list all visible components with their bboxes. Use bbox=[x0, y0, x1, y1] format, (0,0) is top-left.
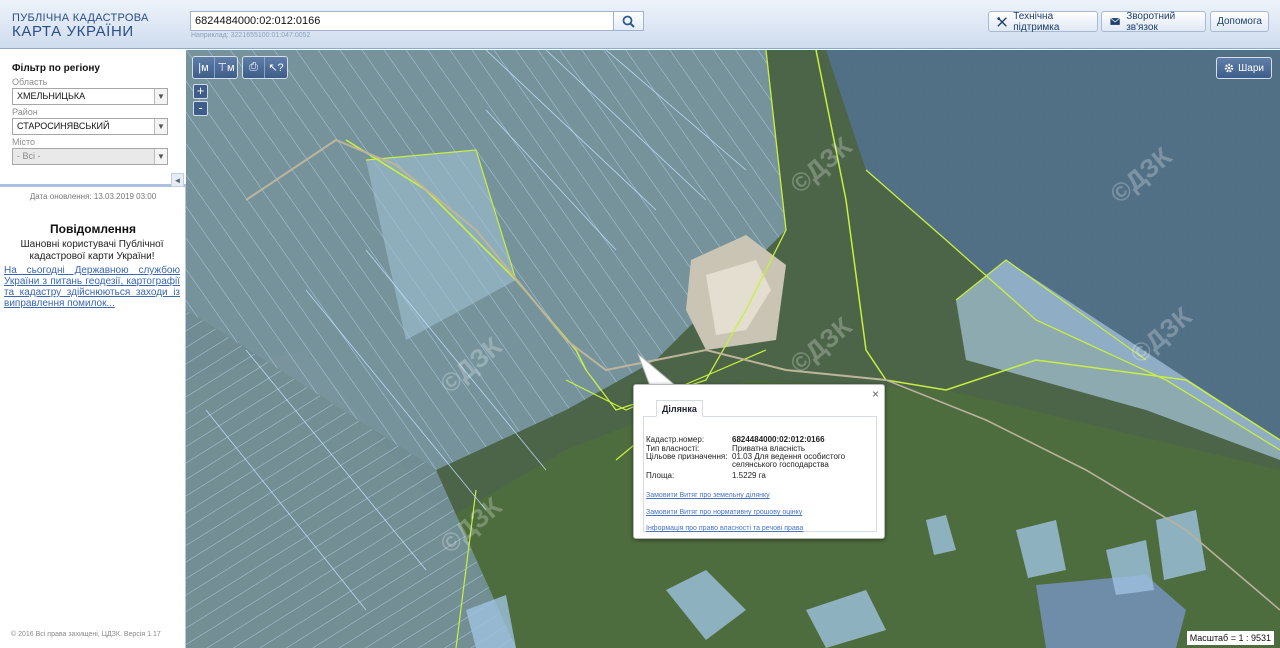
row-key: Кадастр.номер: bbox=[646, 435, 705, 444]
collapse-sidebar-button[interactable]: ◄ bbox=[171, 173, 184, 187]
region-filter: Фільтр по регіону Область ХМЕЛЬНИЦЬКА ▼ … bbox=[0, 50, 186, 187]
close-icon[interactable]: × bbox=[872, 387, 879, 401]
parcel-info-popup: × Ділянка Кадастр.номер: 6824484000:02:0… bbox=[633, 384, 885, 539]
feedback-button[interactable]: Зворотний зв'язок bbox=[1101, 10, 1206, 33]
oblast-value: ХМЕЛЬНИЦЬКА bbox=[17, 91, 86, 101]
row-value: 1.5229 га bbox=[732, 471, 766, 480]
raion-select[interactable]: СТАРОСИНЯВСЬКИЙ ▼ bbox=[12, 118, 168, 135]
print-identify-toolbar: ⎙ ↖? bbox=[242, 56, 288, 79]
order-parcel-extract-link[interactable]: Замовити Витяг про земельну ділянку bbox=[646, 492, 770, 499]
zoom-out-button[interactable]: - bbox=[193, 101, 208, 116]
order-valuation-extract-link[interactable]: Замовити Витяг про нормативну грошову оц… bbox=[646, 509, 802, 516]
satellite-map bbox=[186, 50, 1280, 648]
print-icon[interactable]: ⎙ bbox=[243, 57, 265, 78]
tools-icon bbox=[997, 16, 1007, 27]
logo-line2: КАРТА УКРАЇНИ bbox=[12, 23, 134, 40]
ownership-info-link[interactable]: Інформація про право власності та речові… bbox=[646, 525, 803, 532]
search-example-hint: Наприклад: 3221655100:01:047:0052 bbox=[191, 32, 311, 39]
oblast-select[interactable]: ХМЕЛЬНИЦЬКА ▼ bbox=[12, 88, 168, 105]
measure-area-icon[interactable]: ⊤м bbox=[215, 57, 237, 78]
layers-label: Шари bbox=[1238, 62, 1264, 74]
raion-label: Район bbox=[12, 107, 38, 117]
city-label: Місто bbox=[12, 137, 36, 147]
search-icon bbox=[622, 15, 635, 28]
filter-title: Фільтр по регіону bbox=[12, 63, 100, 74]
chevron-down-icon: ▼ bbox=[154, 119, 167, 134]
feedback-label: Зворотний зв'язок bbox=[1126, 10, 1176, 33]
support-button[interactable]: Технічна підтримка bbox=[988, 10, 1098, 33]
support-label: Технічна підтримка bbox=[1013, 10, 1060, 33]
help-button[interactable]: Допомога bbox=[1210, 11, 1269, 32]
measure-toolbar: |м ⊤м bbox=[192, 56, 238, 79]
scale-indicator: Масштаб = 1 : 9531 bbox=[1186, 631, 1274, 645]
notice-title: Повідомлення bbox=[50, 222, 136, 236]
raion-value: СТАРОСИНЯВСЬКИЙ bbox=[17, 121, 110, 131]
gear-icon bbox=[1224, 63, 1234, 73]
app-header: ПУБЛІЧНА КАДАСТРОВА КАРТА УКРАЇНИ Наприк… bbox=[0, 0, 1280, 49]
row-value: 6824484000:02:012:0166 bbox=[732, 435, 825, 444]
sidebar: Фільтр по регіону Область ХМЕЛЬНИЦЬКА ▼ … bbox=[0, 50, 186, 648]
city-value: - Всі - bbox=[17, 151, 41, 161]
help-label: Допомога bbox=[1217, 16, 1262, 27]
update-date: Дата оновлення: 13.03.2019 03:00 bbox=[29, 192, 157, 201]
city-select[interactable]: - Всі - ▼ bbox=[12, 148, 168, 165]
chevron-down-icon: ▼ bbox=[154, 149, 167, 164]
notice-body: Шановні користувачі Публічної кадастрово… bbox=[20, 239, 164, 262]
tab-parcel[interactable]: Ділянка bbox=[656, 400, 703, 417]
row-key: Площа: bbox=[646, 471, 675, 480]
search-button[interactable] bbox=[613, 11, 644, 31]
chevron-down-icon: ▼ bbox=[154, 89, 167, 104]
logo[interactable]: ПУБЛІЧНА КАДАСТРОВА КАРТА УКРАЇНИ bbox=[12, 12, 149, 40]
row-key: Цільове призначення: bbox=[646, 452, 728, 461]
row-value: 01.03 Для ведення особистого селянського… bbox=[732, 452, 846, 469]
map-canvas[interactable]: ©ДЗК ©ДЗК ©ДЗК ©ДЗК ©ДЗК ©ДЗК |м ⊤м ⎙ ↖?… bbox=[186, 50, 1280, 648]
cadastral-search-input[interactable] bbox=[190, 11, 614, 31]
measure-line-icon[interactable]: |м bbox=[193, 57, 215, 78]
copyright: © 2016 Всі права захищені, ЦДЗК. Версія … bbox=[11, 631, 161, 638]
layers-button[interactable]: Шари bbox=[1216, 57, 1272, 79]
envelope-icon bbox=[1110, 17, 1121, 25]
identify-icon[interactable]: ↖? bbox=[265, 57, 287, 78]
oblast-label: Область bbox=[12, 77, 48, 87]
zoom-in-button[interactable]: + bbox=[193, 84, 208, 99]
notice-link[interactable]: На сьогодні Державною службою України з … bbox=[4, 265, 180, 309]
